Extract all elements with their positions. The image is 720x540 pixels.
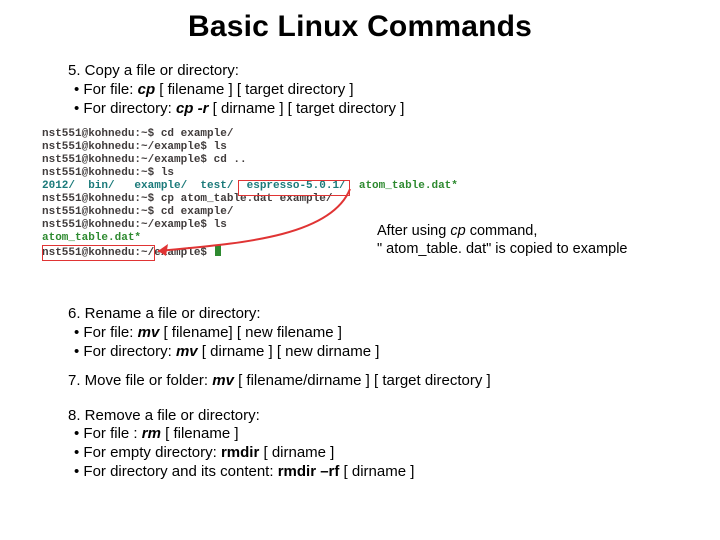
text: [ filename] [ new filename ] [159,324,342,341]
sec5-bullet-2: For directory: cp -r [ dirname ] [ targe… [74,100,670,119]
annot-text: " atom_table. dat" is copied to example [377,241,628,257]
text: For empty directory: [83,444,221,461]
cmd-mv: mv [212,372,234,389]
text: For directory and its content: [83,463,277,480]
annot-text: After using [377,223,450,239]
text: [ dirname ] [339,463,414,480]
sec8-bullet-1: For file : rm [ filename ] [74,425,670,444]
cmd-rmdir-rf: rmdir –rf [278,463,340,480]
text: For directory: [83,343,176,360]
cmd-mv: mv [176,343,198,360]
annotation: After using cp command, " atom_table. da… [377,223,628,258]
cmd-rm: rm [142,425,161,442]
terminal-screenshot: nst551@kohnedu:~$ cd example/ nst551@koh… [42,128,670,293]
sec5-head: 5. Copy a file or directory: [68,62,670,81]
highlight-box-result [42,245,155,261]
section-6: 6. Rename a file or directory: For file:… [68,305,670,361]
section-8: 8. Remove a file or directory: For file … [68,407,670,482]
annot-cmd: cp [450,223,465,239]
text: [ filename ] [161,425,239,442]
text: [ dirname ] [ new dirname ] [198,343,380,360]
cmd-cp-r: cp -r [176,100,209,117]
annot-text: command, [466,223,538,239]
term-line: nst551@kohnedu:~$ ls [42,167,174,179]
slide: Basic Linux Commands 5. Copy a file or d… [0,0,720,540]
sec8-head: 8. Remove a file or directory: [68,407,670,426]
sec8-bullet-2: For empty directory: rmdir [ dirname ] [74,444,670,463]
text: [ dirname ] [259,444,334,461]
cursor-icon [215,245,221,256]
highlight-box-source [238,180,350,196]
text: [ dirname ] [ target directory ] [208,100,404,117]
text: For directory: [83,100,176,117]
sec6-head: 6. Rename a file or directory: [68,305,670,324]
term-file-highlight: atom_table.dat* [359,180,458,192]
text: For file: [83,324,137,341]
page-title: Basic Linux Commands [50,10,670,44]
sec6-bullet-2: For directory: mv [ dirname ] [ new dirn… [74,343,670,362]
cmd-cp: cp [138,81,156,98]
lower-sections: 6. Rename a file or directory: For file:… [68,305,670,481]
text: For file : [83,425,141,442]
term-line: nst551@kohnedu:~$ cd example/ [42,128,233,140]
term-line: nst551@kohnedu:~/example$ ls [42,141,227,153]
cmd-rmdir: rmdir [221,444,259,461]
sec5-bullet-1: For file: cp [ filename ] [ target direc… [74,81,670,100]
text: [ filename/dirname ] [ target directory … [234,372,491,389]
term-line: nst551@kohnedu:~/example$ ls [42,219,227,231]
sec6-bullet-1: For file: mv [ filename] [ new filename … [74,324,670,343]
cmd-mv: mv [138,324,160,341]
term-line: nst551@kohnedu:~$ cd example/ [42,206,233,218]
term-line: nst551@kohnedu:~/example$ cd .. [42,154,247,166]
text: [ filename ] [ target directory ] [155,81,353,98]
text: For file: [83,81,137,98]
section-5: 5. Copy a file or directory: For file: c… [68,62,670,118]
sec8-bullet-3: For directory and its content: rmdir –rf… [74,463,670,482]
text: 7. Move file or folder: [68,372,212,389]
term-file-result: atom_table.dat* [42,232,141,244]
section-7: 7. Move file or folder: mv [ filename/di… [68,372,670,389]
